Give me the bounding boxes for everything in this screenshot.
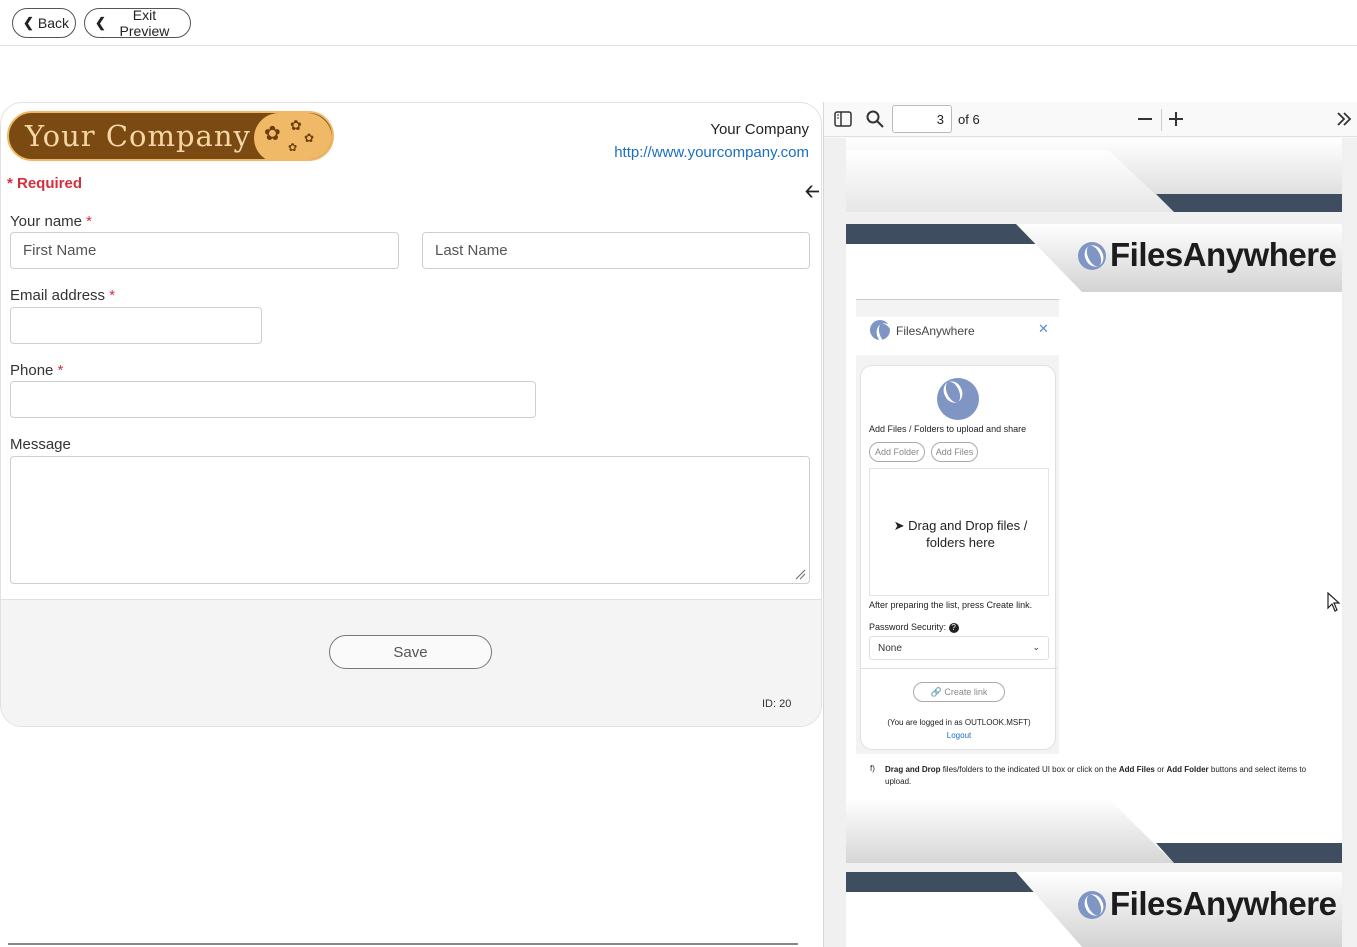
back-label: Back (37, 15, 70, 31)
logout-link: Logout (946, 731, 972, 740)
close-icon: ✕ (1038, 321, 1049, 336)
email-field[interactable] (10, 307, 262, 344)
form-panel: Your Company ✿ ✿ ✿ ✿ Your Company http:/… (0, 102, 822, 727)
message-textarea[interactable] (10, 456, 810, 584)
add-files-pill: Add Files (931, 442, 978, 462)
pdf-scrollbar[interactable] (1344, 138, 1357, 947)
filesanywhere-logo: FilesAnywhere (1078, 236, 1337, 274)
pdf-pages[interactable]: FilesAnywhere FilesAnywhere ✕ Add Files … (824, 138, 1357, 947)
arrow-left-icon[interactable]: 🡠 (805, 179, 820, 209)
exit-preview-label: Exit Preview (119, 7, 170, 39)
mouse-cursor-icon (1327, 592, 1341, 612)
zoom-in-icon[interactable] (1168, 111, 1184, 127)
password-select: None ⌄ (869, 636, 1049, 660)
create-link-pill: 🔗 Create link (913, 682, 1005, 702)
toolbar-separator (1161, 109, 1162, 131)
logged-in-text: (You are logged in as OUTLOOK.MSFT) (887, 718, 1031, 727)
paw-prints-icon: ✿ ✿ ✿ ✿ (254, 113, 332, 159)
pdf-page: FilesAnywhere FilesAnywhere ✕ Add Files … (846, 224, 1342, 863)
company-url-link[interactable]: http://www.yourcompany.com (614, 144, 809, 161)
name-label: Your name * (10, 213, 93, 230)
shot-header-title: FilesAnywhere (896, 324, 975, 338)
add-title: Add Files / Folders to upload and share (869, 424, 1027, 434)
chevron-down-icon: ⌄ (1032, 642, 1040, 652)
globe-icon (937, 378, 979, 420)
double-chevron-right-icon[interactable] (1336, 111, 1352, 127)
pdf-page (846, 138, 1342, 212)
page-count: of 6 (958, 112, 980, 127)
page-number-input[interactable] (892, 105, 952, 133)
divider (8, 943, 798, 945)
help-icon: ? (948, 623, 959, 633)
top-bar: ❮ Back ❮ Exit Preview (0, 0, 1357, 46)
chevron-left-icon: ❮ (23, 15, 34, 30)
required-note: * Required (7, 175, 83, 192)
resize-handle-icon[interactable] (794, 568, 806, 580)
password-label: Password Security: ? (869, 622, 959, 633)
embedded-screenshot: FilesAnywhere ✕ Add Files / Folders to u… (856, 299, 1059, 754)
back-button[interactable]: ❮ Back (12, 8, 76, 38)
phone-label: Phone * (10, 362, 64, 379)
pdf-page: FilesAnywhere (846, 872, 1342, 947)
message-label: Message (10, 436, 71, 453)
first-name-field[interactable]: First Name (10, 232, 399, 269)
save-button[interactable]: Save (329, 635, 492, 669)
add-folder-pill: Add Folder (869, 442, 925, 462)
globe-icon (870, 320, 890, 340)
zoom-out-icon[interactable] (1137, 111, 1153, 127)
search-icon[interactable] (866, 110, 884, 128)
drop-zone: ➤ Drag and Drop files / folders here (869, 468, 1049, 596)
pdf-viewer: of 6 (823, 102, 1357, 947)
sidebar-toggle-icon[interactable] (834, 111, 852, 127)
company-logo: Your Company ✿ ✿ ✿ ✿ (7, 111, 334, 161)
phone-field[interactable] (10, 381, 536, 418)
instruction-text: Drag and Drop files/folders to the indic… (885, 765, 1307, 786)
email-label: Email address * (10, 287, 116, 304)
page-footer-banner (846, 138, 1342, 212)
drop-text: ➤ Drag and Drop files / folders here (893, 518, 1028, 550)
form-id: ID: 20 (762, 698, 792, 710)
exit-preview-button[interactable]: ❮ Exit Preview (84, 7, 191, 39)
globe-icon (1078, 891, 1106, 919)
globe-icon (1078, 242, 1106, 270)
logo-text: Your Company (25, 119, 251, 153)
instruction-marker: f) (870, 764, 875, 773)
filesanywhere-logo: FilesAnywhere (1078, 885, 1337, 923)
chevron-left-icon: ❮ (95, 15, 106, 30)
last-name-field[interactable]: Last Name (422, 232, 810, 269)
upload-card: Add Files / Folders to upload and share … (860, 365, 1057, 750)
after-text: After preparing the list, press Create l… (869, 600, 1033, 610)
page-footer-banner (846, 798, 1342, 863)
company-name: Your Company (710, 121, 809, 138)
form-footer: Save ID: 20 (1, 599, 821, 726)
pdf-toolbar: of 6 (824, 102, 1357, 137)
